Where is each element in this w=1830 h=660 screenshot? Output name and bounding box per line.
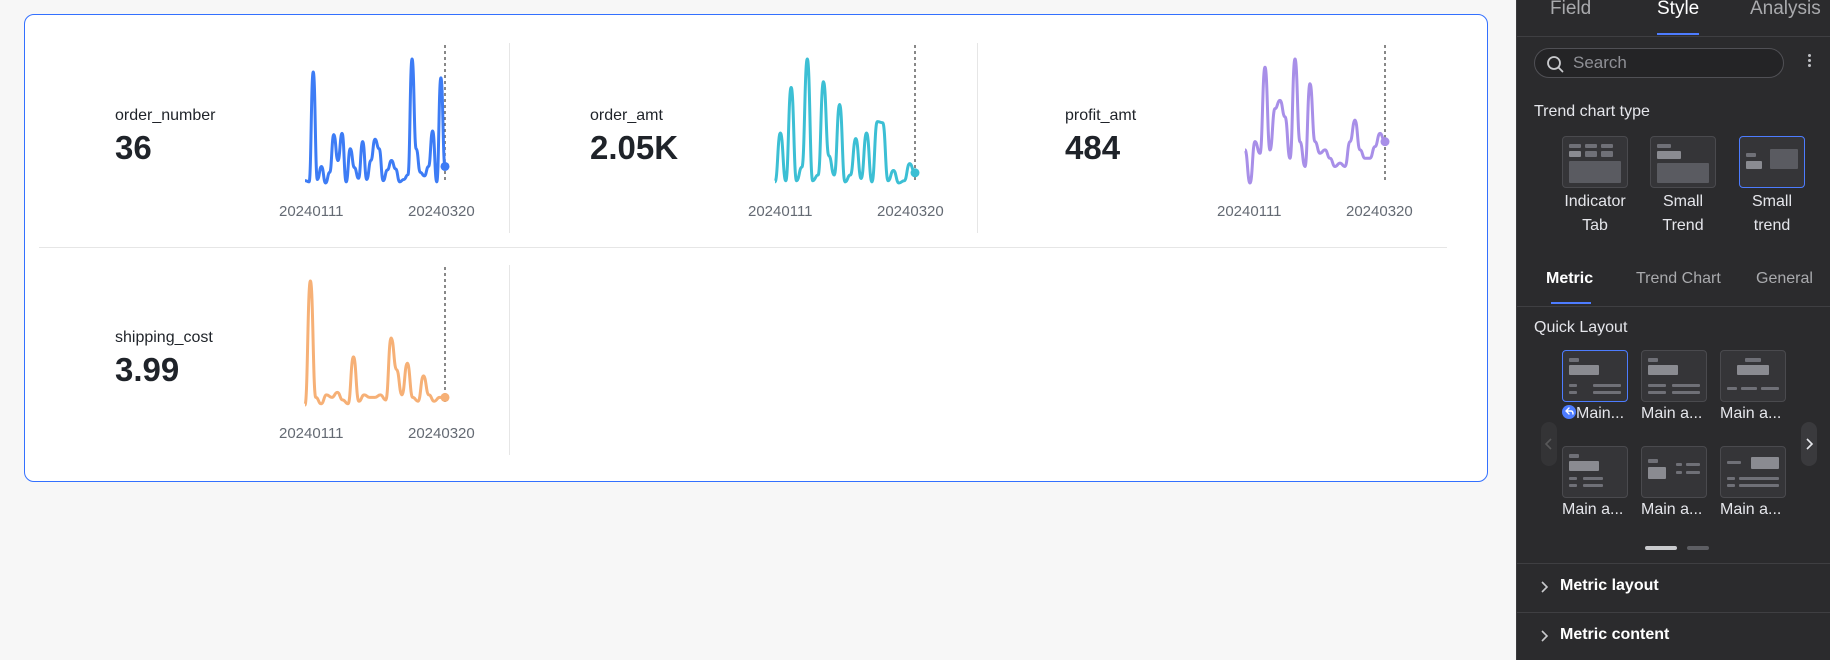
chevron-left-icon bbox=[1544, 438, 1552, 450]
layout-prev-button[interactable] bbox=[1541, 422, 1557, 466]
metric-value: 2.05K bbox=[590, 129, 679, 166]
metric-value: 36 bbox=[115, 129, 152, 166]
trend-line bbox=[1243, 57, 1386, 185]
trend-type-label: Small Trend bbox=[1662, 193, 1704, 234]
style-subtabs: Metric Trend Chart General bbox=[1517, 262, 1830, 307]
date-end: 20240320 bbox=[1346, 203, 1413, 220]
date-end: 20240320 bbox=[408, 425, 475, 442]
trend-chart-order-number[interactable] bbox=[304, 45, 485, 205]
trend-end-point bbox=[910, 168, 920, 178]
quick-layout-label: Main a... bbox=[1641, 501, 1703, 518]
metric-card-container[interactable]: order_number 36 20240111 20240320 order_… bbox=[24, 14, 1488, 482]
quick-layout-option[interactable] bbox=[1641, 446, 1707, 498]
metric-value: 3.99 bbox=[115, 351, 180, 388]
quick-layout-label: Main a... bbox=[1720, 405, 1782, 422]
quick-layout-option[interactable] bbox=[1562, 350, 1628, 402]
subtab-metric[interactable]: Metric bbox=[1546, 270, 1593, 288]
date-end: 20240320 bbox=[408, 203, 475, 220]
trend-chart-profit-amt[interactable] bbox=[1243, 45, 1425, 205]
date-start: 20240111 bbox=[1217, 203, 1282, 220]
trend-end-point bbox=[1380, 137, 1390, 147]
column-divider bbox=[509, 43, 510, 233]
quick-layout-label: Main a... bbox=[1562, 501, 1624, 518]
tab-analysis[interactable]: Analysis bbox=[1750, 0, 1821, 20]
trend-line bbox=[773, 57, 916, 185]
date-start: 20240111 bbox=[279, 425, 344, 442]
column-divider bbox=[509, 265, 510, 455]
more-options-icon[interactable] bbox=[1805, 52, 1813, 74]
active-subtab-indicator bbox=[1551, 302, 1591, 304]
metric-name: order_number bbox=[115, 107, 216, 124]
quick-layout-option[interactable] bbox=[1720, 446, 1786, 498]
trend-chart-shipping-cost[interactable] bbox=[303, 267, 485, 427]
section-title: Metric layout bbox=[1560, 577, 1659, 594]
quick-layout-label: Main... bbox=[1562, 405, 1642, 423]
date-end: 20240320 bbox=[877, 203, 944, 220]
section-metric-content[interactable]: Metric content bbox=[1517, 612, 1830, 660]
trend-type-indicator-tab[interactable] bbox=[1562, 136, 1628, 188]
metric-name: order_amt bbox=[590, 107, 663, 124]
trend-end-point bbox=[440, 392, 450, 402]
undo-icon bbox=[1562, 405, 1576, 419]
metric-value: 484 bbox=[1065, 129, 1121, 166]
metric-name: profit_amt bbox=[1065, 107, 1137, 124]
date-start: 20240111 bbox=[748, 203, 813, 220]
quick-layout-label: Main a... bbox=[1720, 501, 1782, 518]
layout-next-button[interactable] bbox=[1801, 422, 1817, 466]
metric-name: shipping_cost bbox=[115, 329, 213, 346]
section-title: Metric content bbox=[1560, 626, 1670, 643]
trend-line bbox=[303, 279, 445, 407]
canvas: order_number 36 20240111 20240320 order_… bbox=[0, 0, 1516, 660]
search-input[interactable] bbox=[1573, 49, 1773, 77]
date-start: 20240111 bbox=[279, 203, 344, 220]
subtab-trend-chart[interactable]: Trend Chart bbox=[1636, 270, 1721, 288]
trend-line bbox=[304, 57, 447, 185]
quick-layout-label: Quick Layout bbox=[1534, 319, 1628, 336]
search-box bbox=[1534, 48, 1784, 78]
trend-end-point bbox=[440, 161, 450, 171]
subtab-general[interactable]: General bbox=[1756, 270, 1813, 288]
tab-style[interactable]: Style bbox=[1657, 0, 1699, 20]
trend-type-small-trend-compact[interactable] bbox=[1739, 136, 1805, 188]
quick-layout-option[interactable] bbox=[1641, 350, 1707, 402]
active-tab-indicator bbox=[1657, 33, 1699, 35]
chevron-right-icon bbox=[1806, 438, 1814, 450]
trend-chart-order-amt[interactable] bbox=[773, 45, 955, 205]
trend-chart-type-label: Trend chart type bbox=[1534, 103, 1650, 120]
trend-type-label: Indicator Tab bbox=[1564, 193, 1626, 234]
chevron-right-icon bbox=[1541, 630, 1549, 642]
quick-layout-option[interactable] bbox=[1720, 350, 1786, 402]
quick-layout-label: Main a... bbox=[1641, 405, 1703, 422]
trend-type-small-trend[interactable] bbox=[1650, 136, 1716, 188]
section-metric-layout[interactable]: Metric layout bbox=[1517, 563, 1830, 611]
panel-tabs: Field Style Analysis bbox=[1517, 0, 1830, 37]
style-panel: Field Style Analysis Trend chart type bbox=[1516, 0, 1830, 660]
column-divider bbox=[977, 43, 978, 233]
row-divider bbox=[39, 247, 1447, 248]
page-indicator[interactable] bbox=[1687, 546, 1709, 550]
trend-type-label: Small trend bbox=[1751, 193, 1792, 234]
tab-field[interactable]: Field bbox=[1550, 0, 1591, 20]
chevron-right-icon bbox=[1541, 581, 1549, 593]
search-icon bbox=[1547, 56, 1564, 73]
quick-layout-option[interactable] bbox=[1562, 446, 1628, 498]
page-indicator-active[interactable] bbox=[1645, 546, 1677, 550]
